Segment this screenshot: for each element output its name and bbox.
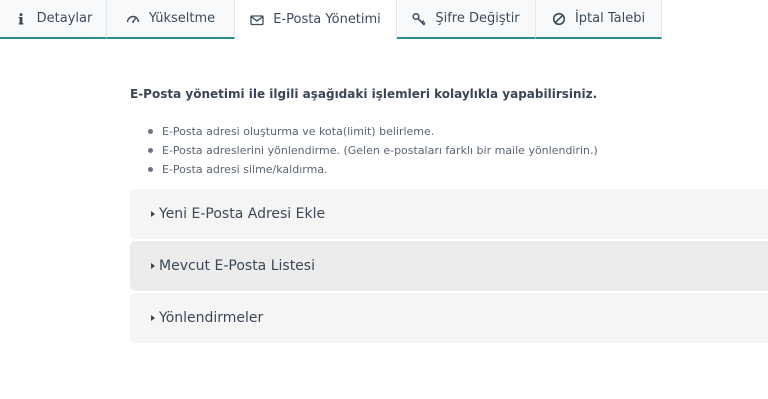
tab-detaylar[interactable]: Detaylar bbox=[0, 0, 107, 39]
caret-right-icon bbox=[151, 211, 155, 217]
list-item: E-Posta adresi silme/kaldırma. bbox=[148, 160, 598, 179]
tab-iptal-talebi[interactable]: İptal Talebi bbox=[536, 0, 662, 39]
caret-right-icon bbox=[151, 263, 155, 269]
gauge-icon bbox=[126, 12, 140, 26]
list-item: E-Posta adreslerini yönlendirme. (Gelen … bbox=[148, 141, 598, 160]
tab-e-posta-yonetimi[interactable]: E-Posta Yönetimi bbox=[235, 0, 397, 39]
intro-text: E-Posta yönetimi ile ilgili aşağıdaki iş… bbox=[130, 87, 598, 101]
tab-label: Şifre Değiştir bbox=[435, 11, 520, 26]
tab-label: İptal Talebi bbox=[574, 11, 646, 26]
tab-label: Yükseltme bbox=[148, 11, 216, 26]
list-item: E-Posta adresi oluşturma ve kota(limit) … bbox=[148, 122, 598, 141]
tab-label: E-Posta Yönetimi bbox=[273, 12, 381, 27]
tab-sifre-degistir[interactable]: Şifre Değiştir bbox=[397, 0, 536, 39]
panel-yonlendirmeler[interactable]: Yönlendirmeler bbox=[130, 293, 768, 343]
panel-mevcut-e-posta-listesi[interactable]: Mevcut E-Posta Listesi bbox=[130, 241, 768, 291]
feature-list: E-Posta adresi oluşturma ve kota(limit) … bbox=[148, 122, 598, 179]
tab-yukseltme[interactable]: Yükseltme bbox=[107, 0, 235, 39]
info-icon bbox=[14, 12, 28, 26]
ban-icon bbox=[552, 12, 566, 26]
panel-yeni-e-posta-adresi-ekle[interactable]: Yeni E-Posta Adresi Ekle bbox=[130, 189, 768, 239]
panel-label: Yeni E-Posta Adresi Ekle bbox=[159, 206, 326, 222]
tab-bar: Detaylar Yükseltme E-Posta Yönetimi Şifr… bbox=[0, 0, 662, 39]
key-icon bbox=[412, 12, 426, 26]
panel-label: Mevcut E-Posta Listesi bbox=[159, 258, 315, 274]
panel-label: Yönlendirmeler bbox=[159, 310, 264, 326]
caret-right-icon bbox=[151, 315, 155, 321]
tab-label: Detaylar bbox=[36, 11, 93, 26]
envelope-icon bbox=[250, 13, 264, 27]
